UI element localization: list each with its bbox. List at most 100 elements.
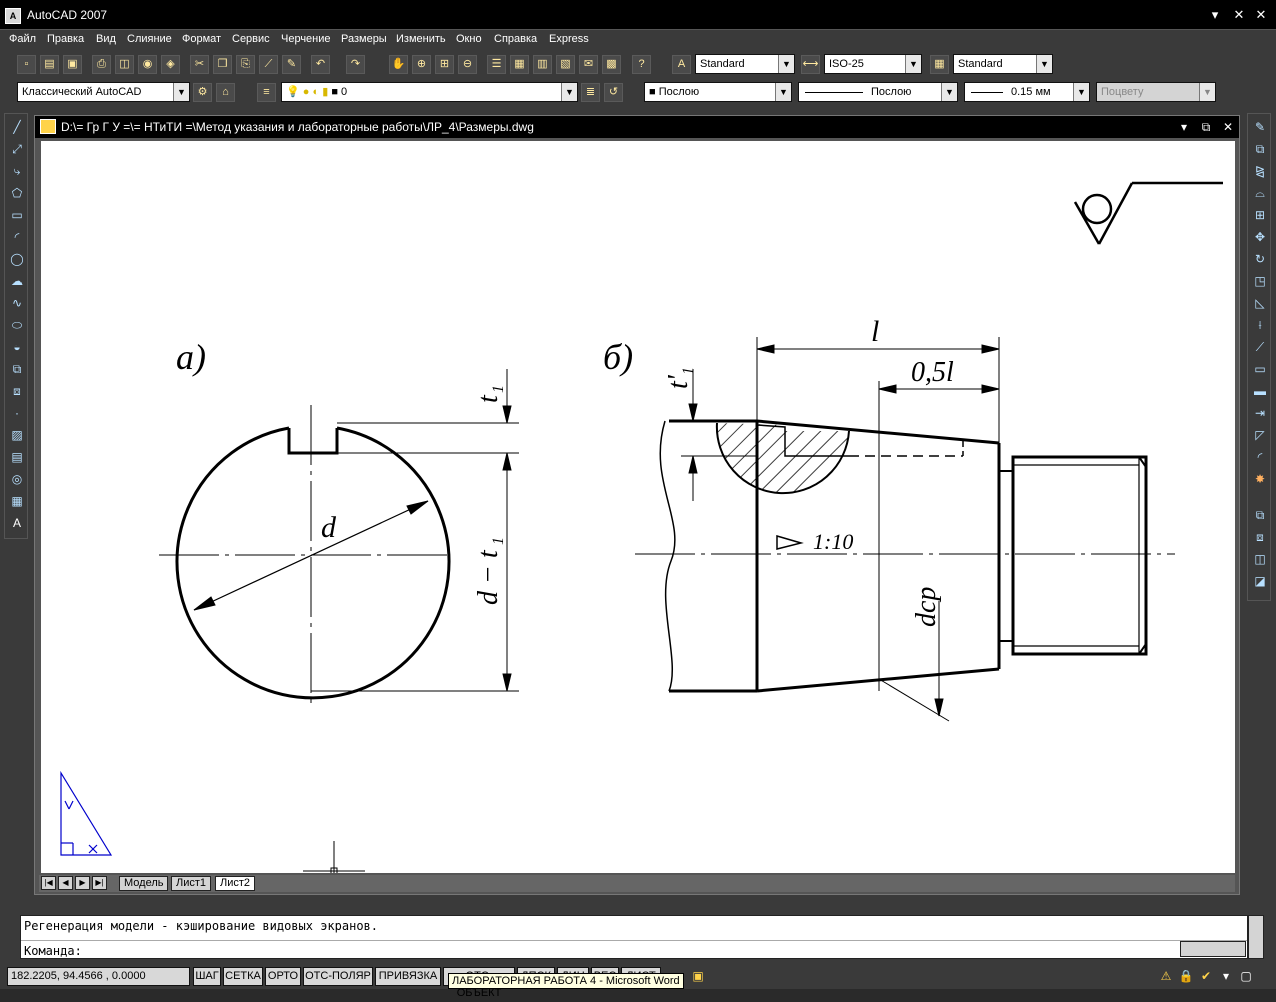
chamfer-icon[interactable]: ◸ — [1251, 426, 1269, 444]
menu-help[interactable]: Справка — [494, 33, 537, 45]
rotate-icon[interactable]: ↻ — [1251, 250, 1269, 268]
command-scrollbar[interactable] — [1248, 915, 1264, 959]
zoom-window-icon[interactable]: ⊞ — [435, 55, 454, 74]
table-style-icon[interactable]: ▦ — [930, 55, 949, 74]
polygon-icon[interactable]: ⬠ — [8, 184, 26, 202]
menu-file[interactable]: Файл — [9, 33, 36, 45]
linetype-select[interactable]: Послою ▼ — [798, 82, 958, 102]
mirror-icon[interactable]: ⧎ — [1251, 162, 1269, 180]
copy-icon[interactable]: ❐ — [213, 55, 232, 74]
ortho-toggle[interactable]: ОРТО — [265, 967, 301, 986]
drawing-restore-button[interactable]: ⧉ — [1197, 119, 1215, 135]
new-icon[interactable]: ▫ — [17, 55, 36, 74]
multiline-text-icon[interactable]: A — [8, 514, 26, 532]
match-properties-icon[interactable]: ⟋ — [259, 55, 278, 74]
next-tab-button[interactable]: ▶ — [75, 876, 90, 890]
ellipse-arc-icon[interactable]: ◒ — [8, 338, 26, 356]
coordinates-readout[interactable]: 182.2205, 94.4566 , 0.0000 — [7, 967, 190, 986]
redo-icon[interactable]: ↷ — [346, 55, 365, 74]
my-workspace-icon[interactable]: ⌂ — [216, 83, 235, 102]
tab-model[interactable]: Модель — [119, 876, 169, 891]
block-editor-icon[interactable]: ✎ — [282, 55, 301, 74]
tab-sheet2[interactable]: Лист2 — [215, 876, 256, 891]
calculator-icon[interactable]: ▩ — [602, 55, 621, 74]
save-icon[interactable]: ▣ — [63, 55, 82, 74]
dim-style-select[interactable]: ISO-25 ▼ — [824, 54, 922, 74]
tool-palettes-icon[interactable]: ▥ — [533, 55, 552, 74]
layer-select[interactable]: 💡 ● ◐ ▮ ■ 0 ▼ — [281, 82, 578, 102]
layer-previous-icon[interactable]: ↺ — [604, 83, 623, 102]
preview-icon[interactable]: ◫ — [115, 55, 134, 74]
spline-icon[interactable]: ∿ — [8, 294, 26, 312]
break-icon[interactable]: ▬ — [1251, 382, 1269, 400]
minimize-button[interactable]: ▾ — [1206, 7, 1224, 23]
menu-modify[interactable]: Изменить — [396, 33, 446, 45]
design-center-icon[interactable]: ▦ — [510, 55, 529, 74]
draworder-back-icon[interactable]: ⧈ — [1251, 528, 1269, 546]
cut-icon[interactable]: ✂ — [190, 55, 209, 74]
draworder-above-icon[interactable]: ◫ — [1251, 550, 1269, 568]
menu-window[interactable]: Окно — [456, 33, 482, 45]
point-icon[interactable]: · — [8, 404, 26, 422]
markup-icon[interactable]: ✉ — [579, 55, 598, 74]
text-style-select[interactable]: Standard ▼ — [695, 54, 795, 74]
line-icon[interactable]: ╱ — [8, 118, 26, 136]
clean-screen-icon[interactable]: ▢ — [1238, 968, 1254, 984]
table-style-select[interactable]: Standard ▼ — [953, 54, 1053, 74]
sheet-set-icon[interactable]: ▧ — [556, 55, 575, 74]
open-icon[interactable]: ▤ — [40, 55, 59, 74]
menu-express[interactable]: Express — [549, 33, 589, 45]
gradient-icon[interactable]: ▤ — [8, 448, 26, 466]
zoom-previous-icon[interactable]: ⊖ — [458, 55, 477, 74]
trim-icon[interactable]: ⟊ — [1251, 316, 1269, 334]
first-tab-button[interactable]: |◀ — [41, 876, 56, 890]
prev-tab-button[interactable]: ◀ — [58, 876, 73, 890]
draworder-front-icon[interactable]: ⧉ — [1251, 506, 1269, 524]
make-block-icon[interactable]: ⧈ — [8, 382, 26, 400]
color-select[interactable]: ■ Послою ▼ — [644, 82, 792, 102]
extend-icon[interactable]: ⟋ — [1251, 338, 1269, 356]
scale-icon[interactable]: ◳ — [1251, 272, 1269, 290]
status-menu-icon[interactable]: ▾ — [1218, 968, 1234, 984]
rectangle-icon[interactable]: ▭ — [8, 206, 26, 224]
table-icon[interactable]: ▦ — [8, 492, 26, 510]
move-icon[interactable]: ✥ — [1251, 228, 1269, 246]
pan-icon[interactable]: ✋ — [389, 55, 408, 74]
erase-icon[interactable]: ✎ — [1251, 118, 1269, 136]
draworder-under-icon[interactable]: ◪ — [1251, 572, 1269, 590]
osnap-toggle[interactable]: ПРИВЯЗКА — [375, 967, 441, 986]
command-line[interactable]: Регенерация модели - кэширование видовых… — [20, 915, 1248, 959]
tab-sheet1[interactable]: Лист1 — [171, 876, 212, 891]
workspace-settings-icon[interactable]: ⚙ — [193, 83, 212, 102]
array-icon[interactable]: ⊞ — [1251, 206, 1269, 224]
fillet-icon[interactable]: ◜ — [1251, 448, 1269, 466]
insert-block-icon[interactable]: ⧉ — [8, 360, 26, 378]
workspace-select[interactable]: Классический AutoCAD ▼ — [17, 82, 190, 102]
undo-icon[interactable]: ↶ — [311, 55, 330, 74]
explode-icon[interactable]: ✸ — [1251, 470, 1269, 488]
revision-cloud-icon[interactable]: ☁ — [8, 272, 26, 290]
offset-icon[interactable]: ⌓ — [1251, 184, 1269, 202]
hatch-icon[interactable]: ▨ — [8, 426, 26, 444]
arc-icon[interactable]: ◜ — [8, 228, 26, 246]
layer-manager-icon[interactable]: ≡ — [257, 83, 276, 102]
make-current-layer-icon[interactable]: ≣ — [581, 83, 600, 102]
3d-dwf-icon[interactable]: ◈ — [161, 55, 180, 74]
grid-toggle[interactable]: СЕТКА — [223, 967, 263, 986]
paste-icon[interactable]: ⎘ — [236, 55, 255, 74]
last-tab-button[interactable]: ▶| — [92, 876, 107, 890]
dim-style-icon[interactable]: ⟷ — [801, 55, 820, 74]
lock-toolbar-icon[interactable]: 🔒 — [1178, 968, 1194, 984]
publish-icon[interactable]: ◉ — [138, 55, 157, 74]
ellipse-icon[interactable]: ⬭ — [8, 316, 26, 334]
drawing-minimize-button[interactable]: ▾ — [1175, 119, 1193, 135]
menu-edit[interactable]: Правка — [47, 33, 84, 45]
lineweight-select[interactable]: 0.15 мм ▼ — [964, 82, 1090, 102]
menu-format[interactable]: Формат — [182, 33, 221, 45]
stretch-icon[interactable]: ◺ — [1251, 294, 1269, 312]
drawing-close-button[interactable]: ✕ — [1219, 119, 1237, 135]
region-icon[interactable]: ◎ — [8, 470, 26, 488]
break-at-point-icon[interactable]: ▭ — [1251, 360, 1269, 378]
text-style-icon[interactable]: A — [672, 55, 691, 74]
restore-button[interactable]: ✕ — [1230, 7, 1248, 23]
